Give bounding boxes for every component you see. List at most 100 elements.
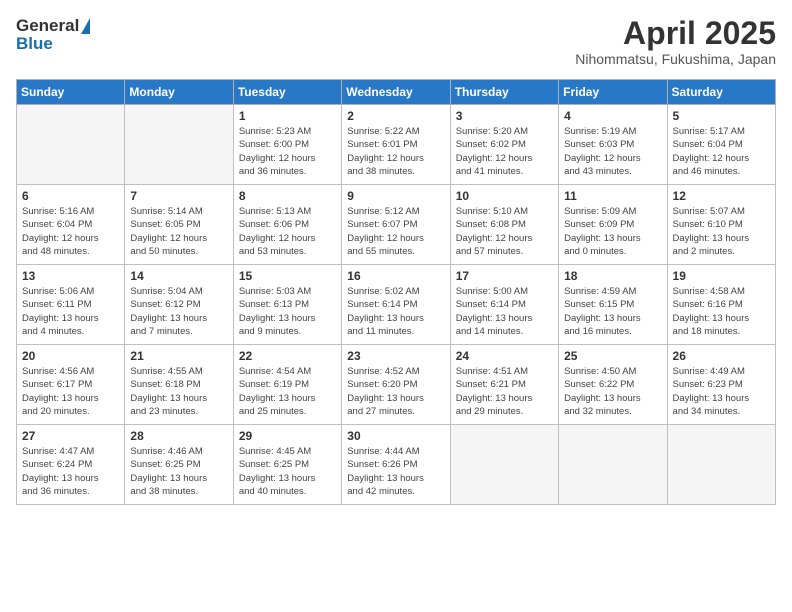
day-number: 10: [456, 189, 553, 203]
day-header-saturday: Saturday: [667, 80, 775, 105]
calendar-cell: 28 Sunrise: 4:46 AM Sunset: 6:25 PM Dayli…: [125, 425, 233, 505]
day-info: Sunrise: 4:49 AM Sunset: 6:23 PM Dayligh…: [673, 365, 770, 418]
calendar-cell: [667, 425, 775, 505]
day-number: 17: [456, 269, 553, 283]
calendar-cell: 26 Sunrise: 4:49 AM Sunset: 6:23 PM Dayli…: [667, 345, 775, 425]
day-number: 5: [673, 109, 770, 123]
day-number: 28: [130, 429, 227, 443]
day-number: 4: [564, 109, 661, 123]
calendar-cell: 7 Sunrise: 5:14 AM Sunset: 6:05 PM Daylig…: [125, 185, 233, 265]
day-number: 15: [239, 269, 336, 283]
week-row-3: 13 Sunrise: 5:06 AM Sunset: 6:11 PM Dayli…: [17, 265, 776, 345]
week-row-1: 1 Sunrise: 5:23 AM Sunset: 6:00 PM Daylig…: [17, 105, 776, 185]
day-info: Sunrise: 5:17 AM Sunset: 6:04 PM Dayligh…: [673, 125, 770, 178]
calendar-cell: 22 Sunrise: 4:54 AM Sunset: 6:19 PM Dayli…: [233, 345, 341, 425]
day-info: Sunrise: 5:16 AM Sunset: 6:04 PM Dayligh…: [22, 205, 119, 258]
calendar-cell: 9 Sunrise: 5:12 AM Sunset: 6:07 PM Daylig…: [342, 185, 450, 265]
calendar-cell: 25Sunrise: 4:50 AM Sunset: 6:22 PM Dayli…: [559, 345, 667, 425]
day-number: 8: [239, 189, 336, 203]
calendar-title: April 2025: [575, 16, 776, 51]
calendar-cell: [125, 105, 233, 185]
calendar-cell: 17 Sunrise: 5:00 AM Sunset: 6:14 PM Dayli…: [450, 265, 558, 345]
day-info: Sunrise: 4:55 AM Sunset: 6:18 PM Dayligh…: [130, 365, 227, 418]
calendar-cell: 8 Sunrise: 5:13 AM Sunset: 6:06 PM Daylig…: [233, 185, 341, 265]
day-info: Sunrise: 4:59 AM Sunset: 6:15 PM Dayligh…: [564, 285, 661, 338]
calendar-cell: 2Sunrise: 5:22 AM Sunset: 6:01 PM Daylig…: [342, 105, 450, 185]
day-info: Sunrise: 4:52 AM Sunset: 6:20 PM Dayligh…: [347, 365, 444, 418]
calendar-cell: 16 Sunrise: 5:02 AM Sunset: 6:14 PM Dayli…: [342, 265, 450, 345]
day-header-monday: Monday: [125, 80, 233, 105]
day-info: Sunrise: 4:45 AM Sunset: 6:25 PM Dayligh…: [239, 445, 336, 498]
day-number: 14: [130, 269, 227, 283]
day-number: 24: [456, 349, 553, 363]
calendar-cell: 21Sunrise: 4:55 AM Sunset: 6:18 PM Dayli…: [125, 345, 233, 425]
day-info: Sunrise: 5:13 AM Sunset: 6:06 PM Dayligh…: [239, 205, 336, 258]
calendar-cell: 1 Sunrise: 5:23 AM Sunset: 6:00 PM Daylig…: [233, 105, 341, 185]
day-number: 18: [564, 269, 661, 283]
day-info: Sunrise: 4:46 AM Sunset: 6:25 PM Dayligh…: [130, 445, 227, 498]
calendar-cell: 20 Sunrise: 4:56 AM Sunset: 6:17 PM Dayli…: [17, 345, 125, 425]
calendar-cell: [17, 105, 125, 185]
day-number: 20: [22, 349, 119, 363]
calendar-cell: [450, 425, 558, 505]
day-info: Sunrise: 5:07 AM Sunset: 6:10 PM Dayligh…: [673, 205, 770, 258]
day-info: Sunrise: 4:56 AM Sunset: 6:17 PM Dayligh…: [22, 365, 119, 418]
calendar-cell: 3 Sunrise: 5:20 AM Sunset: 6:02 PM Daylig…: [450, 105, 558, 185]
day-info: Sunrise: 5:14 AM Sunset: 6:05 PM Dayligh…: [130, 205, 227, 258]
calendar-cell: 6 Sunrise: 5:16 AM Sunset: 6:04 PM Daylig…: [17, 185, 125, 265]
calendar-cell: 27 Sunrise: 4:47 AM Sunset: 6:24 PM Dayli…: [17, 425, 125, 505]
week-row-5: 27 Sunrise: 4:47 AM Sunset: 6:24 PM Dayli…: [17, 425, 776, 505]
day-info: Sunrise: 5:02 AM Sunset: 6:14 PM Dayligh…: [347, 285, 444, 338]
logo-triangle-icon: [81, 18, 90, 34]
calendar-cell: 11Sunrise: 5:09 AM Sunset: 6:09 PM Dayli…: [559, 185, 667, 265]
calendar-subtitle: Nihommatsu, Fukushima, Japan: [575, 51, 776, 67]
day-info: Sunrise: 4:54 AM Sunset: 6:19 PM Dayligh…: [239, 365, 336, 418]
day-number: 26: [673, 349, 770, 363]
week-row-4: 20 Sunrise: 4:56 AM Sunset: 6:17 PM Dayli…: [17, 345, 776, 425]
day-number: 29: [239, 429, 336, 443]
day-info: Sunrise: 5:03 AM Sunset: 6:13 PM Dayligh…: [239, 285, 336, 338]
day-number: 2: [347, 109, 444, 123]
day-info: Sunrise: 5:06 AM Sunset: 6:11 PM Dayligh…: [22, 285, 119, 338]
calendar-cell: 23 Sunrise: 4:52 AM Sunset: 6:20 PM Dayli…: [342, 345, 450, 425]
day-info: Sunrise: 4:47 AM Sunset: 6:24 PM Dayligh…: [22, 445, 119, 498]
header: General Blue April 2025 Nihommatsu, Fuku…: [16, 16, 776, 67]
day-number: 16: [347, 269, 444, 283]
day-info: Sunrise: 5:00 AM Sunset: 6:14 PM Dayligh…: [456, 285, 553, 338]
day-number: 22: [239, 349, 336, 363]
day-number: 23: [347, 349, 444, 363]
day-number: 6: [22, 189, 119, 203]
day-number: 12: [673, 189, 770, 203]
day-info: Sunrise: 5:10 AM Sunset: 6:08 PM Dayligh…: [456, 205, 553, 258]
calendar-cell: 10 Sunrise: 5:10 AM Sunset: 6:08 PM Dayli…: [450, 185, 558, 265]
calendar-cell: 24 Sunrise: 4:51 AM Sunset: 6:21 PM Dayli…: [450, 345, 558, 425]
day-info: Sunrise: 4:51 AM Sunset: 6:21 PM Dayligh…: [456, 365, 553, 418]
day-number: 13: [22, 269, 119, 283]
calendar-cell: 13 Sunrise: 5:06 AM Sunset: 6:11 PM Dayli…: [17, 265, 125, 345]
calendar-cell: 5 Sunrise: 5:17 AM Sunset: 6:04 PM Daylig…: [667, 105, 775, 185]
title-area: April 2025 Nihommatsu, Fukushima, Japan: [575, 16, 776, 67]
day-number: 1: [239, 109, 336, 123]
day-info: Sunrise: 4:50 AM Sunset: 6:22 PM Dayligh…: [564, 365, 661, 418]
day-info: Sunrise: 5:23 AM Sunset: 6:00 PM Dayligh…: [239, 125, 336, 178]
week-row-2: 6 Sunrise: 5:16 AM Sunset: 6:04 PM Daylig…: [17, 185, 776, 265]
day-number: 19: [673, 269, 770, 283]
day-info: Sunrise: 5:20 AM Sunset: 6:02 PM Dayligh…: [456, 125, 553, 178]
day-number: 9: [347, 189, 444, 203]
calendar-table: SundayMondayTuesdayWednesdayThursdayFrid…: [16, 79, 776, 505]
day-info: Sunrise: 5:12 AM Sunset: 6:07 PM Dayligh…: [347, 205, 444, 258]
day-header-tuesday: Tuesday: [233, 80, 341, 105]
day-info: Sunrise: 5:09 AM Sunset: 6:09 PM Dayligh…: [564, 205, 661, 258]
day-number: 7: [130, 189, 227, 203]
day-header-sunday: Sunday: [17, 80, 125, 105]
day-header-friday: Friday: [559, 80, 667, 105]
calendar-cell: 14Sunrise: 5:04 AM Sunset: 6:12 PM Dayli…: [125, 265, 233, 345]
day-number: 3: [456, 109, 553, 123]
calendar-cell: 19Sunrise: 4:58 AM Sunset: 6:16 PM Dayli…: [667, 265, 775, 345]
day-number: 27: [22, 429, 119, 443]
calendar-cell: 18 Sunrise: 4:59 AM Sunset: 6:15 PM Dayli…: [559, 265, 667, 345]
day-info: Sunrise: 5:19 AM Sunset: 6:03 PM Dayligh…: [564, 125, 661, 178]
day-info: Sunrise: 4:44 AM Sunset: 6:26 PM Dayligh…: [347, 445, 444, 498]
calendar-cell: 4 Sunrise: 5:19 AM Sunset: 6:03 PM Daylig…: [559, 105, 667, 185]
logo-blue: Blue: [16, 34, 53, 54]
